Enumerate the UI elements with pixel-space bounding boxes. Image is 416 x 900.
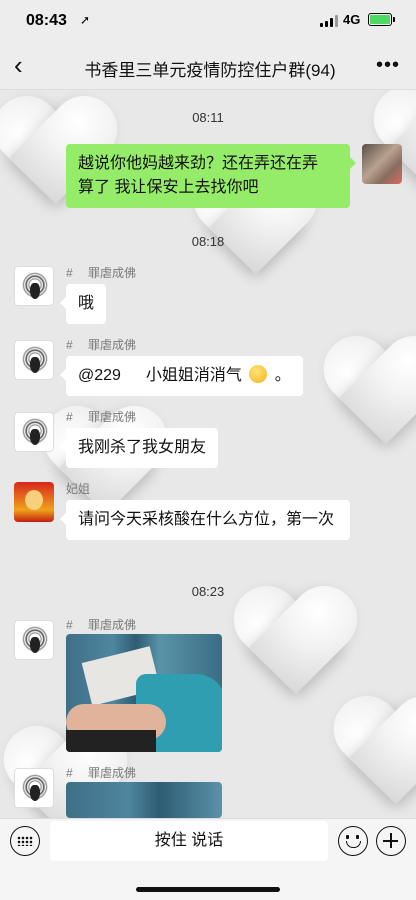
emoji-button[interactable] bbox=[338, 826, 368, 856]
keyboard-icon bbox=[17, 836, 33, 846]
keyboard-toggle-button[interactable] bbox=[10, 826, 40, 856]
chat-header: ‹ 书香里三单元疫情防控住户群(94) ••• bbox=[0, 44, 416, 90]
location-arrow-icon: ➚ bbox=[80, 13, 91, 27]
received-message-bubble[interactable]: 哦 bbox=[59, 284, 107, 324]
image-message[interactable] bbox=[66, 634, 222, 752]
more-dots-icon[interactable]: ••• bbox=[376, 54, 400, 77]
message-text: 哦 bbox=[78, 295, 95, 312]
message-text-suffix: 。 bbox=[274, 367, 291, 384]
avatar[interactable] bbox=[14, 340, 54, 380]
avatar[interactable] bbox=[14, 412, 54, 452]
message-timestamp: 08:18 bbox=[191, 234, 225, 249]
signal-icon bbox=[320, 15, 338, 27]
status-time: 08:43 bbox=[26, 12, 67, 29]
sender-nickname: # 罪虐成佛 bbox=[66, 266, 137, 280]
received-message-bubble[interactable]: 请问今天采核酸在什么方位，第一次 bbox=[60, 500, 350, 540]
sender-nickname: # 罪虐成佛 bbox=[66, 766, 137, 780]
avatar[interactable] bbox=[14, 768, 54, 808]
chevron-left-icon[interactable]: ‹ bbox=[14, 52, 34, 78]
chat-title: 书香里三单元疫情防控住户群(94) bbox=[84, 61, 336, 80]
input-bar: 按住 说话 bbox=[0, 818, 416, 900]
smile-emoji-icon bbox=[249, 365, 268, 383]
sender-nickname: 妃姐 bbox=[66, 482, 91, 496]
received-message-bubble[interactable]: @229 小姐姐消消气 。 bbox=[60, 356, 303, 396]
battery-icon bbox=[368, 13, 395, 26]
avatar[interactable] bbox=[14, 620, 54, 660]
image-message[interactable] bbox=[66, 782, 222, 818]
message-timestamp: 08:11 bbox=[192, 110, 224, 125]
hold-to-talk-button[interactable]: 按住 说话 bbox=[50, 821, 328, 861]
message-text: 我刚杀了我女朋友 bbox=[78, 439, 207, 456]
received-message-bubble[interactable]: 我刚杀了我女朋友 bbox=[59, 428, 219, 468]
avatar[interactable] bbox=[14, 266, 54, 306]
avatar[interactable] bbox=[14, 482, 54, 522]
my-avatar[interactable] bbox=[362, 144, 402, 184]
message-text: 小姐姐消消气 bbox=[145, 367, 242, 384]
status-bar: 08:43 ➚ 4G bbox=[0, 0, 416, 44]
sent-message-bubble[interactable]: 越说你他妈越来劲？还在弄还在弄 算了 我让保安上去找你吧 bbox=[66, 144, 356, 208]
more-functions-button[interactable] bbox=[376, 826, 406, 856]
sender-nickname: # 罪虐成佛 bbox=[66, 410, 137, 424]
message-list[interactable]: 08:11 越说你他妈越来劲？还在弄还在弄 算了 我让保安上去找你吧 08:18… bbox=[0, 90, 416, 818]
mention-text[interactable]: @229 bbox=[78, 367, 121, 384]
sender-nickname: # 罪虐成佛 bbox=[66, 338, 137, 352]
home-indicator[interactable] bbox=[136, 887, 280, 892]
sender-nickname: # 罪虐成佛 bbox=[66, 618, 137, 632]
message-timestamp: 08:23 bbox=[191, 584, 225, 599]
message-text: 越说你他妈越来劲？还在弄还在弄 算了 我让保安上去找你吧 bbox=[78, 155, 319, 196]
message-text: 请问今天采核酸在什么方位，第一次 bbox=[78, 511, 335, 528]
network-type: 4G bbox=[343, 12, 361, 27]
